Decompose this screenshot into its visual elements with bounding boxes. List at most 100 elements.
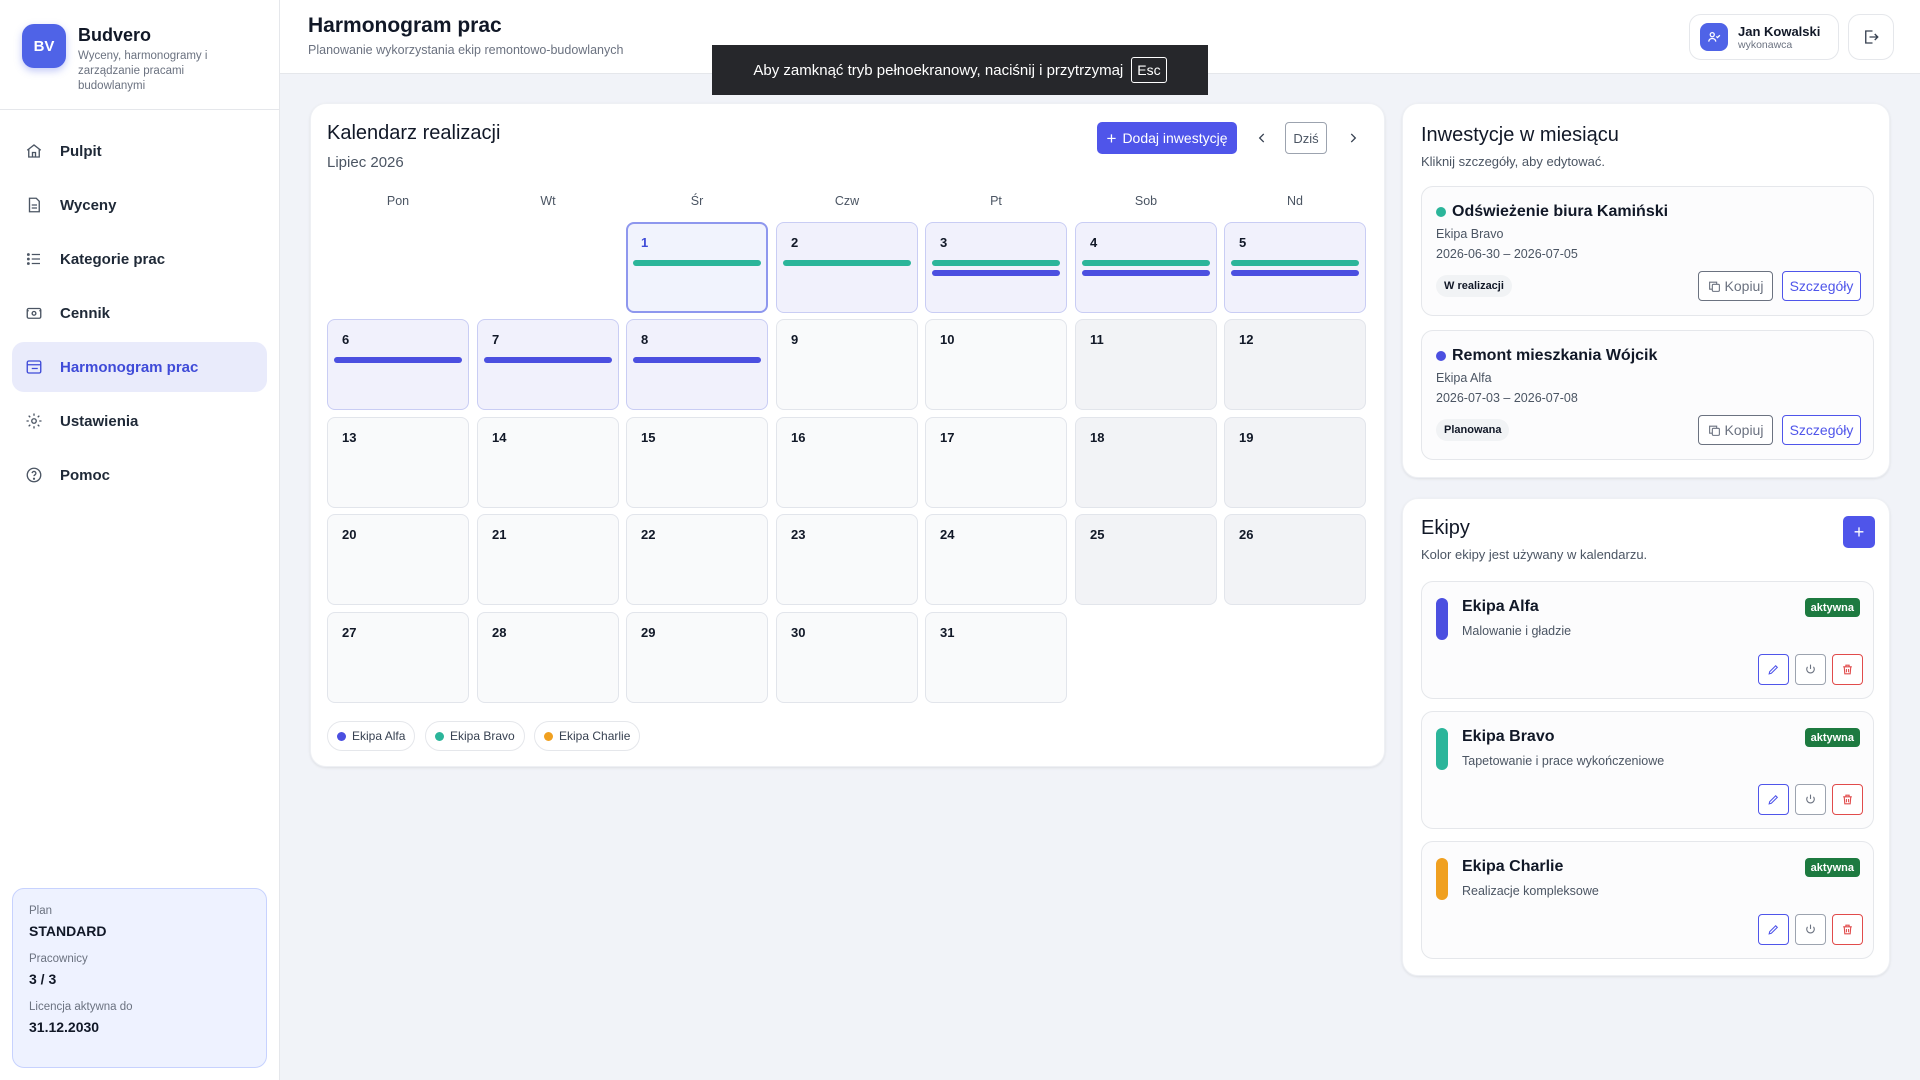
trash-icon <box>1843 794 1852 805</box>
calendar-day[interactable]: 15 <box>626 417 768 508</box>
calendar-day[interactable]: 28 <box>477 612 619 703</box>
team-name: Ekipa Bravo <box>1462 728 1555 745</box>
fullscreen-notice: Aby zamknąć tryb pełnoekranowy, naciśnij… <box>712 45 1208 95</box>
workers-label: Pracownicy <box>29 953 88 965</box>
user-chip[interactable]: Jan Kowalski wykonawca <box>1689 14 1839 60</box>
toggle-team-button[interactable] <box>1795 914 1826 945</box>
details-button[interactable]: Szczegóły <box>1782 415 1861 445</box>
calendar-day[interactable]: 2 <box>776 222 918 313</box>
sidebar-item-label: Pomoc <box>60 466 111 484</box>
add-investment-button[interactable]: + Dodaj inwestycję <box>1097 122 1237 154</box>
sidebar-item-kategorie[interactable]: Kategorie prac <box>12 234 267 284</box>
edit-team-button[interactable] <box>1758 914 1789 945</box>
license-label: Licencja aktywna do <box>29 1001 133 1013</box>
document-icon <box>24 195 44 215</box>
calendar-day[interactable]: 31 <box>925 612 1067 703</box>
day-number: 7 <box>492 332 500 347</box>
calendar-day[interactable]: 16 <box>776 417 918 508</box>
calendar-day[interactable]: 7 <box>477 319 619 410</box>
legend-item-bravo: Ekipa Bravo <box>425 721 525 751</box>
day-number: 26 <box>1239 527 1254 542</box>
assignment-bar-alfa[interactable] <box>484 357 612 363</box>
pencil-icon <box>1768 794 1779 805</box>
day-number: 24 <box>940 527 955 542</box>
assignment-bar-bravo[interactable] <box>1231 260 1359 266</box>
calendar-day[interactable]: 3 <box>925 222 1067 313</box>
trash-icon <box>1843 924 1852 935</box>
calendar-day[interactable]: 23 <box>776 514 918 605</box>
calendar-day[interactable]: 30 <box>776 612 918 703</box>
calendar-day[interactable]: 11 <box>1075 319 1217 410</box>
legend-label: Ekipa Alfa <box>352 729 406 743</box>
weekday-label: Sob <box>1134 194 1158 208</box>
status-badge: Planowana <box>1436 419 1510 441</box>
brand-logo[interactable]: BV <box>22 24 66 68</box>
calendar-day[interactable]: 8 <box>626 319 768 410</box>
calendar-day[interactable]: 5 <box>1224 222 1366 313</box>
assignment-bar-alfa[interactable] <box>633 357 761 363</box>
day-number: 8 <box>641 332 649 347</box>
calendar-day[interactable]: 20 <box>327 514 469 605</box>
copy-button[interactable]: Kopiuj <box>1698 415 1773 445</box>
assignment-bar-alfa[interactable] <box>932 270 1060 276</box>
add-investment-label: Dodaj inwestycję <box>1122 130 1228 146</box>
sidebar-item-harmonogram[interactable]: Harmonogram prac <box>12 342 267 392</box>
calendar-board-icon <box>24 357 44 377</box>
today-button[interactable]: Dziś <box>1285 122 1327 154</box>
calendar-day[interactable]: 1 <box>626 222 768 313</box>
delete-team-button[interactable] <box>1832 914 1863 945</box>
calendar-day[interactable]: 26 <box>1224 514 1366 605</box>
calendar-day[interactable]: 10 <box>925 319 1067 410</box>
assignment-bar-bravo[interactable] <box>783 260 911 266</box>
calendar-day[interactable]: 29 <box>626 612 768 703</box>
calendar-day[interactable]: 17 <box>925 417 1067 508</box>
assignment-bar-bravo[interactable] <box>1082 260 1210 266</box>
assignment-bar-alfa[interactable] <box>334 357 462 363</box>
logout-button[interactable] <box>1848 14 1894 60</box>
next-month-button[interactable] <box>1338 122 1368 154</box>
prev-month-button[interactable] <box>1247 122 1277 154</box>
calendar-day[interactable]: 27 <box>327 612 469 703</box>
sidebar-item-ustawienia[interactable]: Ustawienia <box>12 396 267 446</box>
calendar-day[interactable]: 9 <box>776 319 918 410</box>
details-button[interactable]: Szczegóły <box>1782 271 1861 301</box>
calendar-day[interactable]: 24 <box>925 514 1067 605</box>
day-number: 27 <box>342 625 357 640</box>
assignment-bar-alfa[interactable] <box>1082 270 1210 276</box>
sidebar-item-pomoc[interactable]: Pomoc <box>12 450 267 500</box>
assignment-bar-bravo[interactable] <box>633 260 761 266</box>
user-icon <box>1708 31 1721 42</box>
calendar-day[interactable]: 4 <box>1075 222 1217 313</box>
assignment-bar-bravo[interactable] <box>932 260 1060 266</box>
team-color-strip <box>1436 728 1448 770</box>
day-number: 31 <box>940 625 955 640</box>
day-number: 14 <box>492 430 507 445</box>
chevron-right-icon <box>1350 133 1357 143</box>
calendar-day[interactable]: 6 <box>327 319 469 410</box>
calendar-day[interactable]: 18 <box>1075 417 1217 508</box>
sidebar-item-pulpit[interactable]: Pulpit <box>12 126 267 176</box>
edit-team-button[interactable] <box>1758 784 1789 815</box>
calendar-day[interactable]: 14 <box>477 417 619 508</box>
delete-team-button[interactable] <box>1832 784 1863 815</box>
assignment-bar-alfa[interactable] <box>1231 270 1359 276</box>
calendar-card: Kalendarz realizacji Lipiec 2026 + Dodaj… <box>310 103 1385 767</box>
edit-team-button[interactable] <box>1758 654 1789 685</box>
delete-team-button[interactable] <box>1832 654 1863 685</box>
calendar-day[interactable]: 21 <box>477 514 619 605</box>
calendar-day[interactable]: 25 <box>1075 514 1217 605</box>
toggle-team-button[interactable] <box>1795 784 1826 815</box>
calendar-day[interactable]: 19 <box>1224 417 1366 508</box>
sidebar-item-cennik[interactable]: Cennik <box>12 288 267 338</box>
copy-button[interactable]: Kopiuj <box>1698 271 1773 301</box>
team-description: Tapetowanie i prace wykończeniowe <box>1462 754 1665 768</box>
sidebar-item-wyceny[interactable]: Wyceny <box>12 180 267 230</box>
teams-card: Ekipy Kolor ekipy jest używany w kalenda… <box>1402 498 1890 976</box>
pencil-icon <box>1768 664 1779 675</box>
sidebar-item-label: Cennik <box>60 304 111 322</box>
calendar-day[interactable]: 12 <box>1224 319 1366 410</box>
add-team-button[interactable]: + <box>1843 516 1875 548</box>
toggle-team-button[interactable] <box>1795 654 1826 685</box>
calendar-day[interactable]: 22 <box>626 514 768 605</box>
calendar-day[interactable]: 13 <box>327 417 469 508</box>
